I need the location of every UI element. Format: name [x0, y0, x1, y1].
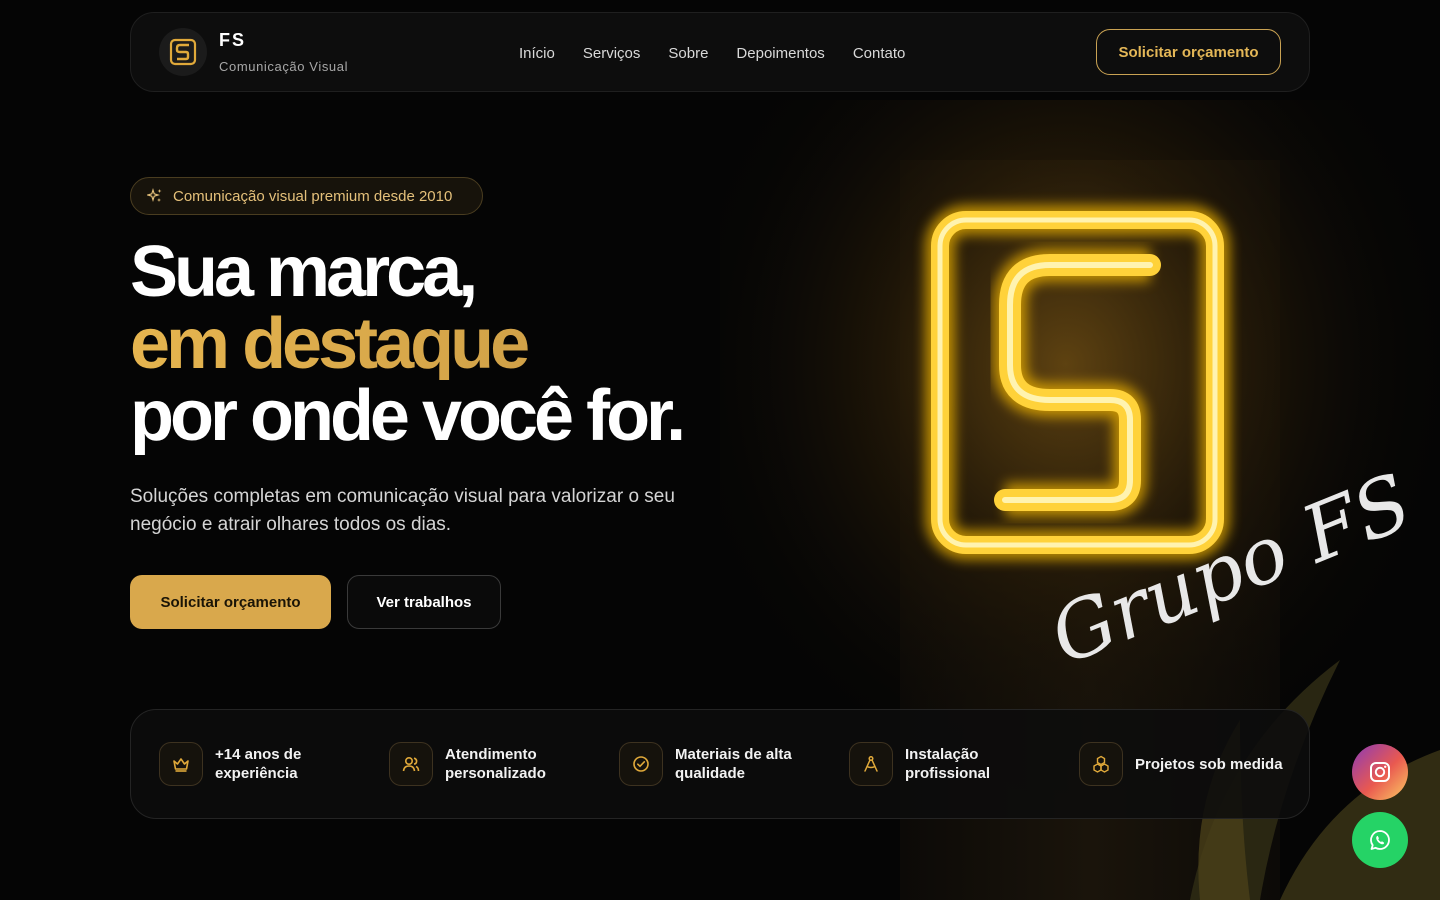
feature-label: Materiais de alta qualidade: [675, 746, 792, 782]
feature-label: Atendimento personalizado: [445, 746, 546, 782]
nav-link-sobre[interactable]: Sobre: [668, 45, 708, 62]
hero-quote-button[interactable]: Solicitar orçamento: [130, 575, 331, 629]
whatsapp-icon: [1370, 830, 1390, 850]
feature-item: Atendimento personalizado: [389, 742, 619, 786]
crown-icon: [159, 742, 203, 786]
nav-link-depoimentos[interactable]: Depoimentos: [736, 45, 824, 62]
whatsapp-button[interactable]: [1352, 812, 1408, 868]
nav-link-inicio[interactable]: Início: [519, 45, 555, 62]
headline-line-3: por onde você for.: [130, 376, 686, 456]
feature-label: Instalação profissional: [905, 746, 991, 782]
features-bar: +14 anos de experiência Atendimento pers…: [130, 709, 1310, 819]
cubes-icon: [1079, 742, 1123, 786]
brand-subtitle: Comunicação Visual: [219, 59, 349, 74]
compass-icon: [849, 742, 893, 786]
nav-quote-button[interactable]: Solicitar orçamento: [1096, 29, 1281, 75]
feature-item: Materiais de alta qualidade: [619, 742, 849, 786]
hero-badge: Comunicação visual premium desde 2010: [130, 177, 483, 215]
feature-label: Projetos sob medida: [1135, 755, 1283, 773]
instagram-button[interactable]: [1352, 744, 1408, 800]
feature-item: Projetos sob medida: [1079, 742, 1309, 786]
feature-label: +14 anos de experiência: [215, 746, 302, 782]
hero-headline: Sua marca, em destaque por onde você for…: [130, 232, 686, 456]
nav-link-contato[interactable]: Contato: [853, 45, 906, 62]
main-nav: Início Serviços Sobre Depoimentos Contat…: [519, 13, 905, 93]
nav-link-servicos[interactable]: Serviços: [583, 45, 641, 62]
view-work-button[interactable]: Ver trabalhos: [347, 575, 501, 629]
brand-name: FS: [219, 30, 247, 50]
hero-description: Soluções completas em comunicação visual…: [130, 486, 675, 535]
fs-logo-icon: [169, 38, 197, 66]
instagram-icon: [1370, 762, 1390, 782]
feature-item: Instalação profissional: [849, 742, 1079, 786]
hero-badge-text: Comunicação visual premium desde 2010: [173, 187, 453, 205]
brand-logo[interactable]: [159, 28, 207, 76]
users-icon: [389, 742, 433, 786]
sparkles-icon: [147, 188, 162, 202]
feature-item: +14 anos de experiência: [159, 742, 389, 786]
headline-line-2-highlight: em destaque: [130, 308, 682, 380]
brand: FS Comunicação Visual: [219, 30, 348, 74]
badge-check-icon: [619, 742, 663, 786]
headline-line-1: Sua marca,: [130, 232, 478, 312]
navbar: FS Comunicação Visual Início Serviços So…: [130, 12, 1310, 92]
